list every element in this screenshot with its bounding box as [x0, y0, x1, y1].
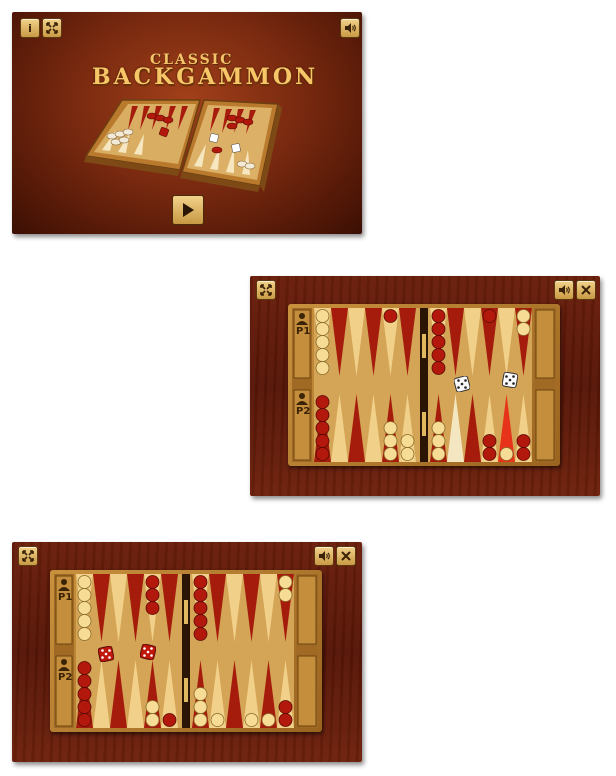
fullscreen-icon: [46, 22, 58, 34]
board-surface: [54, 574, 318, 728]
info-button[interactable]: i: [20, 18, 40, 38]
close-button[interactable]: [576, 280, 596, 300]
fullscreen-icon: [260, 284, 272, 296]
fullscreen-button[interactable]: [256, 280, 276, 300]
player-2-label: P2: [296, 406, 311, 417]
close-button[interactable]: [336, 546, 356, 566]
backgammon-case-illustration: [84, 99, 282, 192]
play-button[interactable]: [172, 195, 204, 225]
title-screen: i CLASSIC BACKGAMMON: [12, 12, 362, 234]
backgammon-board: P1 P2: [288, 304, 560, 466]
fullscreen-button[interactable]: [18, 546, 38, 566]
player-2-label: P2: [58, 672, 73, 683]
die-1[interactable]: [98, 646, 114, 662]
die-2[interactable]: [502, 372, 518, 388]
play-icon: [183, 203, 194, 217]
game-screen-2: P1 P2: [12, 542, 362, 762]
player-1-label: P1: [58, 592, 73, 603]
sound-button[interactable]: [314, 546, 334, 566]
game-screen-1: P1 P2: [250, 276, 600, 496]
title-line-2: BACKGAMMON: [92, 64, 319, 90]
close-icon: [581, 285, 591, 295]
die-2[interactable]: [140, 644, 156, 660]
fullscreen-icon: [22, 550, 34, 562]
backgammon-board: P1 P2: [50, 570, 322, 732]
speaker-icon: [345, 23, 356, 33]
sound-button[interactable]: [340, 18, 360, 38]
speaker-icon: [559, 285, 570, 295]
speaker-icon: [319, 551, 330, 561]
info-icon: i: [28, 21, 32, 35]
close-icon: [341, 551, 351, 561]
die-1[interactable]: [454, 376, 470, 392]
fullscreen-button[interactable]: [42, 18, 62, 38]
board-surface: [292, 308, 556, 462]
player-1-label: P1: [296, 326, 311, 337]
sound-button[interactable]: [554, 280, 574, 300]
